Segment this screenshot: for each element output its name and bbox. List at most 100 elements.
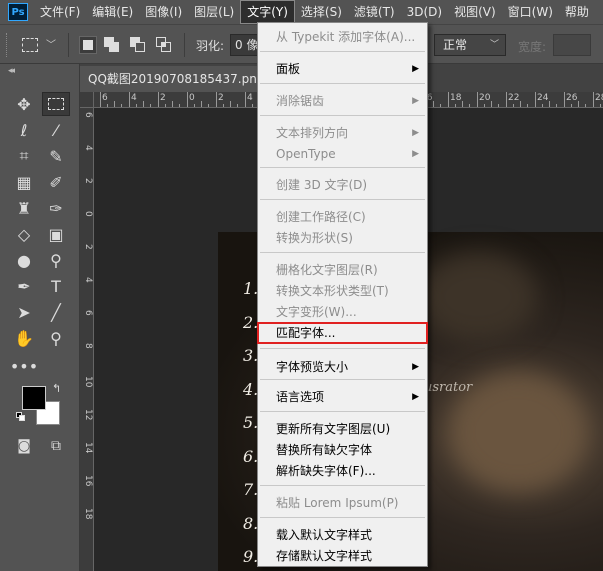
ruler-tick: [230, 101, 231, 107]
add-typekit-fonts-item: 从 Typekit 添加字体(A)...: [258, 27, 427, 47]
create-3d-text-item: 创建 3D 文字(D): [258, 175, 427, 195]
menu-window[interactable]: 窗口(W): [502, 0, 559, 24]
clone-stamp-tool-icon[interactable]: ♜: [10, 196, 38, 220]
list-number: 2.: [243, 312, 259, 332]
gradient-tool-icon[interactable]: ▣: [42, 222, 70, 246]
ruler-label: 24: [537, 93, 549, 103]
tools-panel: ◂◂ ✥ ℓ ⁄ ⌗ ✎ ▦ ✐ ♜ ✑ ◇ ▣ ● ⚲ ✒ T ➤ ╱ ✋ ⚲…: [0, 64, 80, 571]
square-shape: [135, 42, 145, 52]
add-to-selection-button[interactable]: [104, 37, 120, 53]
ruler-tick: [455, 104, 456, 107]
menu-select[interactable]: 选择(S): [295, 0, 348, 24]
rectangular-marquee-preset-icon[interactable]: [22, 38, 38, 52]
line-tool-icon[interactable]: ╱: [42, 300, 70, 324]
resolve-missing-fonts-item[interactable]: 解析缺失字体(F)...: [258, 461, 427, 481]
submenu-arrow-icon: ▶: [412, 64, 419, 74]
options-grip[interactable]: [6, 33, 10, 57]
ruler-label: 2: [83, 244, 93, 250]
eraser-tool-icon[interactable]: ◇: [10, 222, 38, 246]
crop-tool-icon[interactable]: ⌗: [10, 144, 38, 168]
ruler-tick: [462, 101, 463, 107]
swap-colors-icon[interactable]: ↰: [52, 382, 61, 395]
history-brush-tool-icon[interactable]: ✑: [42, 196, 70, 220]
menu-filter[interactable]: 滤镜(T): [348, 0, 401, 24]
font-preview-size-item[interactable]: 字体预览大小 ▶: [258, 357, 427, 377]
ruler-label: 22: [508, 93, 520, 103]
screen-mode-icon[interactable]: ⧉: [42, 434, 70, 458]
rectangular-marquee-tool-icon[interactable]: [42, 92, 70, 116]
menu-items: 文件(F) 编辑(E) 图像(I) 图层(L) 文字(Y) 选择(S) 滤镜(T) 3D(D)…: [34, 0, 595, 24]
menu-type[interactable]: 文字(Y): [240, 0, 295, 24]
menu-view[interactable]: 视图(V): [448, 0, 502, 24]
menu-help[interactable]: 帮助: [559, 0, 595, 24]
path-selection-tool-icon[interactable]: ➤: [10, 300, 38, 324]
update-all-text-layers-item[interactable]: 更新所有文字图层(U): [258, 419, 427, 439]
ruler-tick: [158, 92, 159, 107]
eyedropper-tool-icon[interactable]: ✎: [42, 144, 70, 168]
opentype-item: OpenType ▶: [258, 144, 427, 164]
preset-dropdown-chevron-icon[interactable]: ﹀: [46, 36, 56, 51]
list-number: 7.: [243, 480, 259, 499]
menu-file[interactable]: 文件(F): [34, 0, 86, 24]
menu-item-label: 替换所有缺欠字体: [276, 443, 373, 457]
width-input[interactable]: [553, 34, 591, 56]
ruler-label: 12: [83, 409, 93, 421]
ruler-origin[interactable]: [80, 92, 94, 108]
submenu-arrow-icon: ▶: [412, 128, 419, 138]
subtract-from-selection-button[interactable]: [130, 37, 146, 53]
text-orientation-item: 文本排列方向 ▶: [258, 123, 427, 143]
quick-mask-icon[interactable]: ◙: [10, 434, 38, 458]
default-colors-icon[interactable]: [16, 412, 26, 422]
intersect-selection-button[interactable]: [156, 37, 172, 53]
marquee-glyph: [48, 98, 64, 110]
blur-tool-icon[interactable]: ●: [10, 248, 38, 272]
menu-layer[interactable]: 图层(L): [188, 0, 240, 24]
style-select[interactable]: 正常 ﹀: [434, 34, 506, 56]
menu-image[interactable]: 图像(I): [139, 0, 188, 24]
collapse-arrows-icon[interactable]: ◂◂: [8, 66, 15, 76]
create-work-path-item: 创建工作路径(C): [258, 207, 427, 227]
hand-tool-icon[interactable]: ✋: [10, 326, 38, 350]
brush-tool-icon[interactable]: ✐: [42, 170, 70, 194]
ruler-tick: [527, 104, 528, 107]
ruler-tick: [535, 92, 536, 107]
lasso-tool-icon[interactable]: ℓ: [10, 118, 38, 142]
dodge-tool-icon[interactable]: ⚲: [42, 248, 70, 272]
warp-text-item: 文字变形(W)...: [258, 302, 427, 322]
panels-item[interactable]: 面板 ▶: [258, 59, 427, 79]
zoom-tool-icon[interactable]: ⚲: [42, 326, 70, 350]
ruler-label: 4: [247, 93, 253, 103]
width-label: 宽度:: [518, 40, 547, 54]
feather-label: 羽化:: [196, 39, 225, 53]
menu-item-label: 面板: [276, 62, 301, 76]
new-selection-button[interactable]: [79, 36, 97, 54]
replace-missing-fonts-item[interactable]: 替换所有缺欠字体: [258, 440, 427, 460]
ruler-tick: [165, 104, 166, 107]
language-options-item[interactable]: 语言选项 ▶: [258, 387, 427, 407]
feather-input[interactable]: 0 像素: [230, 34, 260, 56]
type-tool-icon[interactable]: T: [42, 274, 70, 298]
more-tools-icon[interactable]: •••: [10, 354, 38, 378]
submenu-arrow-icon: ▶: [412, 392, 419, 402]
document-tab[interactable]: QQ截图20190708185437.png @ 1: [80, 66, 280, 92]
menu-separator: [260, 83, 425, 84]
menu-item-label: OpenType: [276, 147, 336, 161]
photoshop-logo: Ps: [8, 3, 28, 21]
ruler-tick: [571, 104, 572, 107]
load-default-type-styles-item[interactable]: 载入默认文字样式: [258, 525, 427, 545]
match-font-item[interactable]: 匹配字体...: [257, 322, 428, 344]
foreground-color-swatch[interactable]: [22, 386, 46, 410]
ruler-tick: [237, 104, 238, 107]
menu-item-label: 转换为形状(S): [276, 231, 353, 245]
ruler-tick: [179, 104, 180, 107]
magic-wand-tool-icon[interactable]: ⁄: [42, 118, 70, 142]
healing-brush-tool-icon[interactable]: ▦: [10, 170, 38, 194]
vertical-ruler[interactable]: 6 4 2 0 2 4 6 8 10 12 14 16 18: [80, 108, 94, 571]
move-tool-icon[interactable]: ✥: [10, 92, 38, 116]
ruler-label: 6: [83, 310, 93, 316]
save-default-type-styles-item[interactable]: 存储默认文字样式: [258, 546, 427, 566]
menu-3d[interactable]: 3D(D): [401, 0, 448, 24]
menu-edit[interactable]: 编辑(E): [86, 0, 139, 24]
pen-tool-icon[interactable]: ✒: [10, 274, 38, 298]
ruler-label: 2: [83, 178, 93, 184]
